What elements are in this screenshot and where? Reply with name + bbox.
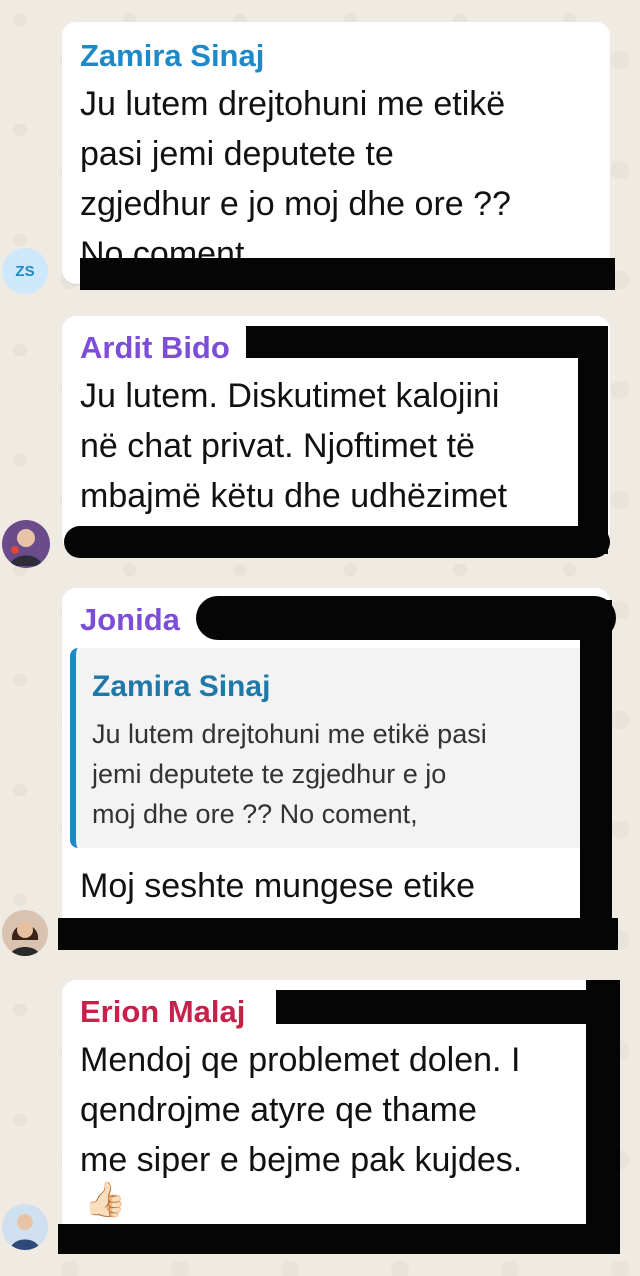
message-line: zgjedhur e jo moj dhe ore ?? [80, 185, 511, 223]
quoted-line: moj dhe ore ?? No coment, [92, 799, 418, 829]
message-line: mbajmë këtu dhe udhëzimet [80, 477, 508, 515]
thumbs-up-reaction[interactable]: 👍🏻 [84, 1180, 126, 1220]
redaction-bar [276, 990, 612, 1024]
sender-name[interactable]: Ardit Bido [80, 330, 230, 366]
person-icon [10, 529, 42, 566]
redaction-bar [246, 326, 606, 358]
sender-name[interactable]: Zamira Sinaj [80, 38, 264, 74]
person-icon [10, 1214, 40, 1250]
sender-name[interactable]: Jonida [80, 602, 180, 638]
redaction-bar [578, 326, 608, 554]
quoted-line: Ju lutem drejtohuni me etikë pasi [92, 719, 487, 749]
message-line: Mendoj qe problemet dolen. I [80, 1041, 521, 1079]
redaction-bar [80, 258, 615, 290]
message-line: Ju lutem. Diskutimet kalojini [80, 377, 500, 415]
person-icon [10, 922, 40, 956]
message-line: pasi jemi deputete te [80, 135, 394, 173]
sender-name[interactable]: Erion Malaj [80, 994, 245, 1030]
avatar[interactable] [2, 910, 48, 956]
quoted-line: jemi deputete te zgjedhur e jo [92, 759, 447, 789]
redaction-bar [58, 918, 618, 950]
message-line: qendrojme atyre qe thame [80, 1091, 477, 1129]
redaction-bar [580, 600, 612, 940]
quoted-sender: Zamira Sinaj [92, 670, 271, 703]
redaction-bar [196, 596, 616, 640]
redaction-bar [586, 980, 620, 1252]
redaction-bar [64, 526, 610, 558]
redaction-bar [58, 1224, 620, 1254]
message-line: me siper e bejme pak kujdes. [80, 1141, 523, 1179]
avatar[interactable]: ZS [2, 248, 48, 294]
avatar-initials: ZS [15, 262, 35, 280]
avatar[interactable] [2, 520, 50, 568]
message-line: Ju lutem drejtohuni me etikë [80, 85, 506, 123]
avatar[interactable] [2, 1204, 48, 1250]
message-line: në chat privat. Njoftimet të [80, 427, 475, 465]
message-line: Moj seshte mungese etike [80, 867, 475, 905]
